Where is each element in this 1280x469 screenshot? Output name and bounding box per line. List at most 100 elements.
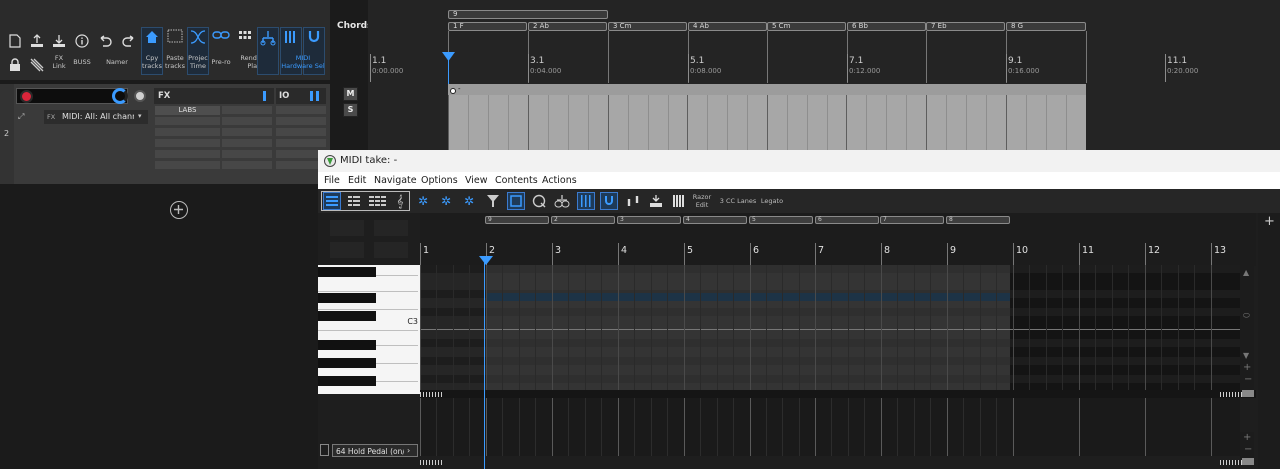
keyboard-icon[interactable] bbox=[670, 192, 688, 210]
scroll-up-icon[interactable]: ▲ bbox=[1243, 268, 1249, 277]
black-key[interactable] bbox=[318, 311, 376, 321]
midi-hardware-sel-button[interactable]: MIDI Hardware Sel bbox=[278, 54, 328, 70]
mute-button[interactable]: M bbox=[343, 87, 358, 101]
item-envelope-icon[interactable] bbox=[450, 88, 456, 94]
scroll-handle-left[interactable] bbox=[420, 392, 442, 397]
solo-button[interactable]: S bbox=[343, 103, 358, 117]
chord-region[interactable]: 8 G bbox=[1006, 22, 1086, 31]
chord-region[interactable]: 2 Ab bbox=[528, 22, 607, 31]
new-project-icon[interactable] bbox=[4, 30, 26, 52]
menu-file[interactable]: File bbox=[324, 175, 340, 186]
hide-unused-notes-icon[interactable]: ✲ bbox=[414, 192, 432, 210]
menu-contents[interactable]: Contents bbox=[495, 175, 538, 186]
black-key[interactable] bbox=[318, 358, 376, 368]
volume-knob-icon[interactable] bbox=[112, 88, 128, 104]
io-header[interactable]: IO bbox=[276, 88, 326, 104]
quantize-icon[interactable] bbox=[530, 192, 548, 210]
add-track-icon[interactable] bbox=[170, 201, 188, 219]
redo-icon[interactable] bbox=[118, 30, 140, 52]
fx-plugin-slot[interactable]: LABS bbox=[155, 106, 220, 115]
region-top[interactable]: 9 bbox=[448, 10, 608, 19]
chord-region[interactable]: 5 Cm bbox=[767, 22, 846, 31]
copy-tracks-button[interactable]: Cpy tracks bbox=[140, 54, 164, 70]
midi-item[interactable]: - bbox=[448, 84, 1086, 150]
ruler-region[interactable]: 8 bbox=[946, 216, 1010, 224]
lock-icon[interactable] bbox=[4, 54, 26, 76]
info-icon[interactable] bbox=[71, 30, 93, 52]
cc-lane-select[interactable]: 64 Hold Pedal (on/ › bbox=[332, 444, 418, 457]
note-grid[interactable] bbox=[420, 265, 1240, 390]
ruler-region[interactable]: 2 bbox=[551, 216, 615, 224]
note-names-icon[interactable]: ✲ bbox=[460, 192, 478, 210]
cc-scroll-handle-left[interactable] bbox=[420, 460, 442, 465]
ruler-region[interactable]: 3 bbox=[617, 216, 681, 224]
legato-button[interactable]: Legato bbox=[759, 197, 785, 205]
menu-edit[interactable]: Edit bbox=[348, 175, 366, 186]
pre-roll-button[interactable]: Pre-ro bbox=[208, 58, 234, 66]
record-arm-button[interactable] bbox=[20, 90, 33, 103]
zoom-out-icon[interactable]: − bbox=[1244, 374, 1252, 385]
chord-region[interactable]: 6 Bb bbox=[847, 22, 926, 31]
ruler-region[interactable]: 7 bbox=[880, 216, 944, 224]
notation-view-icon[interactable]: 𝄞 bbox=[391, 192, 409, 210]
black-key[interactable] bbox=[318, 293, 376, 303]
vertical-scrollbar[interactable]: ▲ ⬭ ▼ + − bbox=[1240, 265, 1254, 390]
midi-editor-titlebar[interactable]: MIDI take: - bbox=[318, 150, 1280, 172]
midi-ruler[interactable]: 9 2 3 4 5 6 7 8 1 2 3 4 5 6 7 8 9 10 11 … bbox=[420, 213, 1256, 266]
scroll-handle-right[interactable] bbox=[1220, 392, 1242, 397]
link-icon[interactable] bbox=[210, 27, 232, 75]
buss-button[interactable]: BUSS bbox=[72, 58, 92, 66]
scroll-down-icon[interactable]: ▼ bbox=[1243, 351, 1249, 360]
link-notes-icon[interactable] bbox=[553, 192, 571, 210]
ruler-region[interactable]: 4 bbox=[683, 216, 747, 224]
grid-lines-icon[interactable] bbox=[577, 192, 595, 210]
add-lane-icon[interactable]: + bbox=[1264, 214, 1275, 229]
fx-link-button[interactable]: FX Link bbox=[48, 54, 70, 70]
ruler-region[interactable]: 6 bbox=[815, 216, 879, 224]
ruler-region[interactable]: 5 bbox=[749, 216, 813, 224]
chord-region[interactable]: 1 F bbox=[448, 22, 527, 31]
menu-options[interactable]: Options bbox=[421, 175, 458, 186]
midi-input-select[interactable]: FX MIDI: All: All channe ▾ bbox=[44, 110, 148, 124]
input-mode-icon[interactable]: ⤢ bbox=[18, 112, 24, 122]
cc-lanes-button[interactable]: 3 CC Lanes bbox=[718, 197, 758, 205]
cc-lane[interactable] bbox=[420, 398, 1240, 456]
menu-actions[interactable]: Actions bbox=[542, 175, 577, 186]
drum-view-icon[interactable] bbox=[367, 192, 389, 210]
cc-zoom-out-icon[interactable]: − bbox=[1244, 444, 1252, 455]
piano-keyboard[interactable]: C3 bbox=[318, 265, 420, 394]
chord-region[interactable]: 7 Eb bbox=[926, 22, 1005, 31]
black-key[interactable] bbox=[318, 267, 376, 277]
black-key[interactable] bbox=[318, 340, 376, 350]
ruler-region[interactable]: 9 bbox=[485, 216, 549, 224]
filter-icon[interactable] bbox=[484, 192, 502, 210]
show-notes-icon[interactable]: ✲ bbox=[437, 192, 455, 210]
upload-icon[interactable] bbox=[26, 30, 48, 52]
menu-view[interactable]: View bbox=[465, 175, 488, 186]
menu-navigate[interactable]: Navigate bbox=[374, 175, 417, 186]
fx-header[interactable]: FX bbox=[154, 88, 274, 104]
razor-edit-button[interactable]: Razor Edit bbox=[690, 193, 714, 209]
download-icon[interactable] bbox=[48, 30, 70, 52]
named-notes-view-icon[interactable] bbox=[345, 192, 363, 210]
black-key[interactable] bbox=[318, 376, 376, 386]
focus-window-icon[interactable] bbox=[507, 192, 525, 210]
zoom-in-icon[interactable]: + bbox=[1243, 362, 1251, 373]
chord-region[interactable]: 3 Cm bbox=[608, 22, 687, 31]
piano-roll-view-icon[interactable] bbox=[323, 192, 341, 210]
cc-zoom-in-icon[interactable]: + bbox=[1243, 432, 1251, 443]
snap-magnet-icon[interactable] bbox=[600, 192, 618, 210]
insert-note-icon[interactable] bbox=[647, 192, 665, 210]
ripple-edit-icon[interactable] bbox=[26, 54, 48, 76]
cc-scroll-handle-right[interactable] bbox=[1220, 460, 1242, 465]
namer-button[interactable]: Namer bbox=[104, 58, 130, 66]
route-icon[interactable] bbox=[257, 27, 279, 75]
chord-region[interactable]: 4 Ab bbox=[688, 22, 767, 31]
undo-icon[interactable] bbox=[94, 30, 116, 52]
pan-knob-icon[interactable] bbox=[134, 90, 146, 102]
scroll-thumb-icon[interactable]: ⬭ bbox=[1243, 311, 1250, 321]
scroll-corner[interactable] bbox=[1242, 390, 1254, 397]
step-input-icon[interactable] bbox=[624, 192, 642, 210]
midi-playhead-triangle-icon[interactable] bbox=[479, 256, 493, 265]
cc-lane-menu-icon[interactable] bbox=[320, 444, 329, 456]
